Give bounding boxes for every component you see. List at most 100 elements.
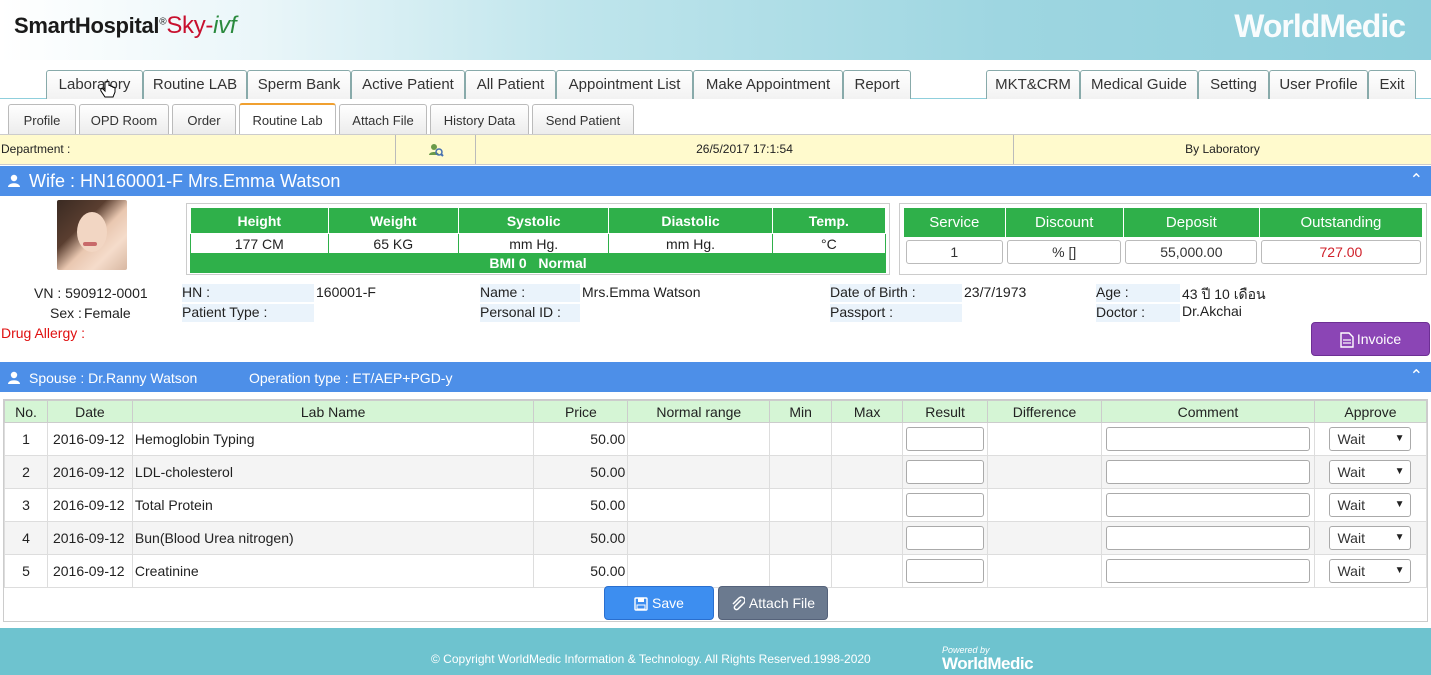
user-icon	[8, 174, 20, 187]
tab-exit[interactable]: Exit	[1368, 70, 1416, 99]
hn-label: HN :	[182, 284, 314, 302]
row-normal-range	[627, 521, 771, 555]
row-price: 50.00	[533, 521, 629, 555]
subtab-order[interactable]: Order	[172, 104, 236, 134]
subtab-routine-lab[interactable]: Routine Lab	[239, 103, 336, 135]
col-date: Date	[46, 400, 133, 423]
datetime-value: 26/5/2017 17:1:54	[476, 135, 1014, 164]
footer: © Copyright WorldMedic Information & Tec…	[0, 628, 1431, 675]
row-min	[769, 521, 833, 555]
spouse-section-header[interactable]: Spouse : Dr.Ranny Watson Operation type …	[0, 362, 1431, 392]
collapse-chevron-up-icon[interactable]: ⌃	[1410, 366, 1423, 386]
invoice-button[interactable]: Invoice	[1311, 322, 1430, 356]
row-difference	[987, 488, 1102, 522]
subtab-attach-file[interactable]: Attach File	[339, 104, 427, 134]
approve-select[interactable]: Wait ▼	[1329, 559, 1412, 583]
result-input[interactable]	[906, 493, 985, 517]
row-no: 2	[4, 455, 48, 489]
user-icon	[8, 371, 20, 384]
name-label: Name :	[480, 284, 580, 302]
result-input[interactable]	[906, 559, 985, 583]
result-input[interactable]	[906, 526, 985, 550]
result-input[interactable]	[906, 427, 985, 451]
lab-table-container: No. Date Lab Name Price Normal range Min…	[3, 399, 1428, 622]
save-button[interactable]: Save	[604, 586, 714, 620]
comment-input[interactable]	[1105, 427, 1310, 451]
row-no: 4	[4, 521, 48, 555]
smarthospital-logo: SmartHospital®Sky-ivf	[14, 12, 237, 39]
tab-user-profile[interactable]: User Profile	[1269, 70, 1368, 99]
collapse-chevron-up-icon[interactable]: ⌃	[1410, 170, 1423, 190]
row-no: 1	[4, 422, 48, 456]
row-min	[769, 422, 833, 456]
comment-input[interactable]	[1105, 460, 1310, 484]
row-lab-name: Creatinine	[131, 554, 535, 588]
row-min	[769, 488, 833, 522]
result-input[interactable]	[906, 460, 985, 484]
col-result: Result	[902, 400, 989, 423]
wife-section-header[interactable]: Wife : HN160001-F Mrs.Emma Watson ⌃	[0, 166, 1431, 196]
subtab-send-patient[interactable]: Send Patient	[532, 104, 634, 134]
tab-active-patient[interactable]: Active Patient	[351, 70, 465, 99]
tab-laboratory[interactable]: Laboratory	[46, 70, 143, 99]
subtab-profile[interactable]: Profile	[8, 104, 76, 134]
approve-select[interactable]: Wait ▼	[1329, 427, 1412, 451]
department-search-cell	[396, 135, 476, 164]
main-tab-bar: Laboratory Routine LAB Sperm Bank Active…	[0, 60, 1431, 99]
row-normal-range	[627, 488, 771, 522]
row-difference	[987, 455, 1102, 489]
app-header: SmartHospital®Sky-ivf WorldMedic	[0, 0, 1431, 60]
row-lab-name: Total Protein	[131, 488, 535, 522]
row-price: 50.00	[533, 488, 629, 522]
row-min	[769, 554, 833, 588]
outstanding-header: Outstanding	[1258, 207, 1424, 238]
subtab-opd-room[interactable]: OPD Room	[79, 104, 169, 134]
approve-select[interactable]: Wait ▼	[1329, 460, 1412, 484]
hand-cursor-icon	[100, 80, 116, 98]
row-price: 50.00	[533, 422, 629, 456]
attach-file-label: Attach File	[748, 595, 816, 611]
department-label: Department :	[0, 135, 396, 164]
tab-setting[interactable]: Setting	[1198, 70, 1269, 99]
comment-input[interactable]	[1105, 526, 1310, 550]
vital-diastolic-header: Diastolic	[608, 207, 773, 234]
user-search-icon[interactable]	[428, 142, 444, 158]
tab-all-patient[interactable]: All Patient	[465, 70, 556, 99]
comment-input[interactable]	[1105, 559, 1310, 583]
service-value: 1	[905, 240, 1004, 264]
row-difference	[987, 554, 1102, 588]
doctor-label: Doctor :	[1096, 304, 1180, 322]
approve-select[interactable]: Wait ▼	[1329, 493, 1412, 517]
col-max: Max	[831, 400, 904, 423]
row-date: 2016-09-12	[46, 422, 133, 456]
operation-type: Operation type : ET/AEP+PGD-y	[249, 370, 453, 386]
row-normal-range	[627, 554, 771, 588]
invoice-label: Invoice	[1356, 331, 1402, 347]
copyright-text: © Copyright WorldMedic Information & Tec…	[431, 652, 871, 666]
tab-medical-guide[interactable]: Medical Guide	[1080, 70, 1198, 99]
vitals-panel: Height Weight Systolic Diastolic Temp. 1…	[186, 203, 890, 275]
tab-appointment-list[interactable]: Appointment List	[556, 70, 693, 99]
tab-sperm-bank[interactable]: Sperm Bank	[247, 70, 351, 99]
tab-routine-lab[interactable]: Routine LAB	[143, 70, 247, 99]
tab-report[interactable]: Report	[843, 70, 911, 99]
row-lab-name: Hemoglobin Typing	[131, 422, 535, 456]
vital-weight-value: 65 KG	[327, 233, 459, 254]
table-row: 4 2016-09-12 Bun(Blood Urea nitrogen) 50…	[4, 521, 1428, 555]
row-max	[831, 455, 904, 489]
info-bar: Department : 26/5/2017 17:1:54 By Labora…	[0, 134, 1431, 165]
subtab-history-data[interactable]: History Data	[430, 104, 529, 134]
document-icon	[1340, 332, 1354, 348]
row-no: 3	[4, 488, 48, 522]
tab-make-appointment[interactable]: Make Appointment	[693, 70, 843, 99]
dob-value: 23/7/1973	[964, 284, 1027, 300]
discount-header: Discount	[1004, 207, 1124, 238]
tab-mkt-crm[interactable]: MKT&CRM	[986, 70, 1080, 99]
deposit-value: 55,000.00	[1125, 240, 1258, 264]
vital-height-header: Height	[190, 207, 329, 234]
attach-file-button[interactable]: Attach File	[718, 586, 828, 620]
comment-input[interactable]	[1105, 493, 1310, 517]
table-row: 3 2016-09-12 Total Protein 50.00 Wait ▼	[4, 488, 1428, 522]
col-comment: Comment	[1100, 400, 1315, 423]
approve-select[interactable]: Wait ▼	[1329, 526, 1412, 550]
